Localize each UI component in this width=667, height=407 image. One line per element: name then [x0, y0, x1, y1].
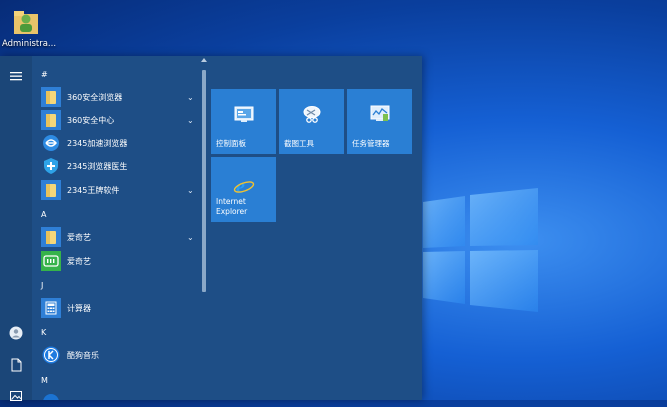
chevron-down-icon: ⌄ [187, 116, 194, 125]
2345-browser-icon [41, 133, 61, 153]
tile-label-line1: Internet [216, 197, 246, 206]
chevron-down-icon: ⌄ [187, 233, 194, 242]
app-kugou-music[interactable]: 酷狗音乐 [41, 344, 201, 366]
kugou-icon [41, 345, 61, 365]
app-label: 2345加速浏览器 [67, 138, 128, 148]
snipping-tool-icon [301, 103, 323, 125]
tile-label-line2: Explorer [216, 207, 248, 216]
start-menu: # 360安全浏览器 ⌄ 360安全中心 ⌄ 2345加速浏览器 2345浏览器… [0, 56, 422, 401]
windows-logo-wallpaper [423, 188, 538, 312]
app-2345-browser-doctor[interactable]: 2345浏览器医生 [41, 155, 201, 177]
group-header-k[interactable]: K [41, 328, 46, 337]
app-iqiyi[interactable]: 爱奇艺 [41, 250, 201, 272]
task-manager-icon [369, 103, 391, 125]
start-menu-rail [0, 56, 32, 401]
shield-icon [41, 156, 61, 176]
group-header-hash[interactable]: # [41, 70, 48, 79]
app-list: # 360安全浏览器 ⌄ 360安全中心 ⌄ 2345加速浏览器 2345浏览器… [33, 56, 201, 400]
folder-icon [41, 180, 61, 200]
folder-icon [41, 227, 61, 247]
tile-snipping-tool[interactable]: 截图工具 [279, 89, 344, 154]
user-account-icon[interactable] [9, 325, 23, 340]
app-label: 计算器 [67, 303, 91, 313]
app-label: 360安全浏览器 [67, 92, 123, 102]
group-header-a[interactable]: A [41, 210, 46, 219]
desktop-icon-administrator[interactable]: Administra... [2, 6, 57, 49]
app-360-browser-folder[interactable]: 360安全浏览器 ⌄ [41, 86, 201, 108]
app-list-scrollbar[interactable] [201, 58, 207, 398]
app-calculator[interactable]: 计算器 [41, 297, 201, 319]
documents-icon[interactable] [9, 357, 23, 372]
app-360-security-folder[interactable]: 360安全中心 ⌄ [41, 109, 201, 131]
iqiyi-icon [41, 251, 61, 271]
app-iqiyi-folder[interactable]: 爱奇艺 ⌄ [41, 226, 201, 248]
tile-label: 任务管理器 [352, 139, 390, 148]
desktop-icon-label: Administra... [2, 39, 57, 49]
app-label: 2345王牌软件 [67, 185, 120, 195]
hamburger-menu-icon[interactable] [9, 68, 23, 82]
app-label: 酷狗音乐 [67, 350, 99, 360]
group-header-m[interactable]: M [41, 376, 48, 385]
scroll-up-arrow-icon[interactable] [201, 58, 207, 62]
folder-icon [41, 87, 61, 107]
app-2345-browser[interactable]: 2345加速浏览器 [41, 132, 201, 154]
folder-icon [41, 110, 61, 130]
scrollbar-thumb[interactable] [202, 70, 206, 292]
app-label: 2345浏览器医生 [67, 161, 128, 171]
control-panel-icon [233, 103, 255, 125]
calculator-icon [41, 298, 61, 318]
tile-label: 控制面板 [216, 139, 246, 148]
app-label: 爱奇艺 [67, 232, 91, 242]
app-label: 360安全中心 [67, 115, 115, 125]
tile-internet-explorer[interactable]: e Internet Explorer [211, 157, 276, 222]
chevron-down-icon: ⌄ [187, 93, 194, 102]
edge-icon [41, 392, 61, 400]
group-header-j[interactable]: J [41, 281, 43, 290]
app-label: 爱奇艺 [67, 256, 91, 266]
user-folder-icon [12, 6, 40, 36]
app-m-partial[interactable] [41, 391, 201, 400]
internet-explorer-icon: e [233, 175, 255, 198]
tile-task-manager[interactable]: 任务管理器 [347, 89, 412, 154]
tile-label: 截图工具 [284, 139, 314, 148]
tile-control-panel[interactable]: 控制面板 [211, 89, 276, 154]
tile-label: Internet Explorer [216, 197, 247, 217]
app-2345-software-folder[interactable]: 2345王牌软件 ⌄ [41, 179, 201, 201]
chevron-down-icon: ⌄ [187, 186, 194, 195]
